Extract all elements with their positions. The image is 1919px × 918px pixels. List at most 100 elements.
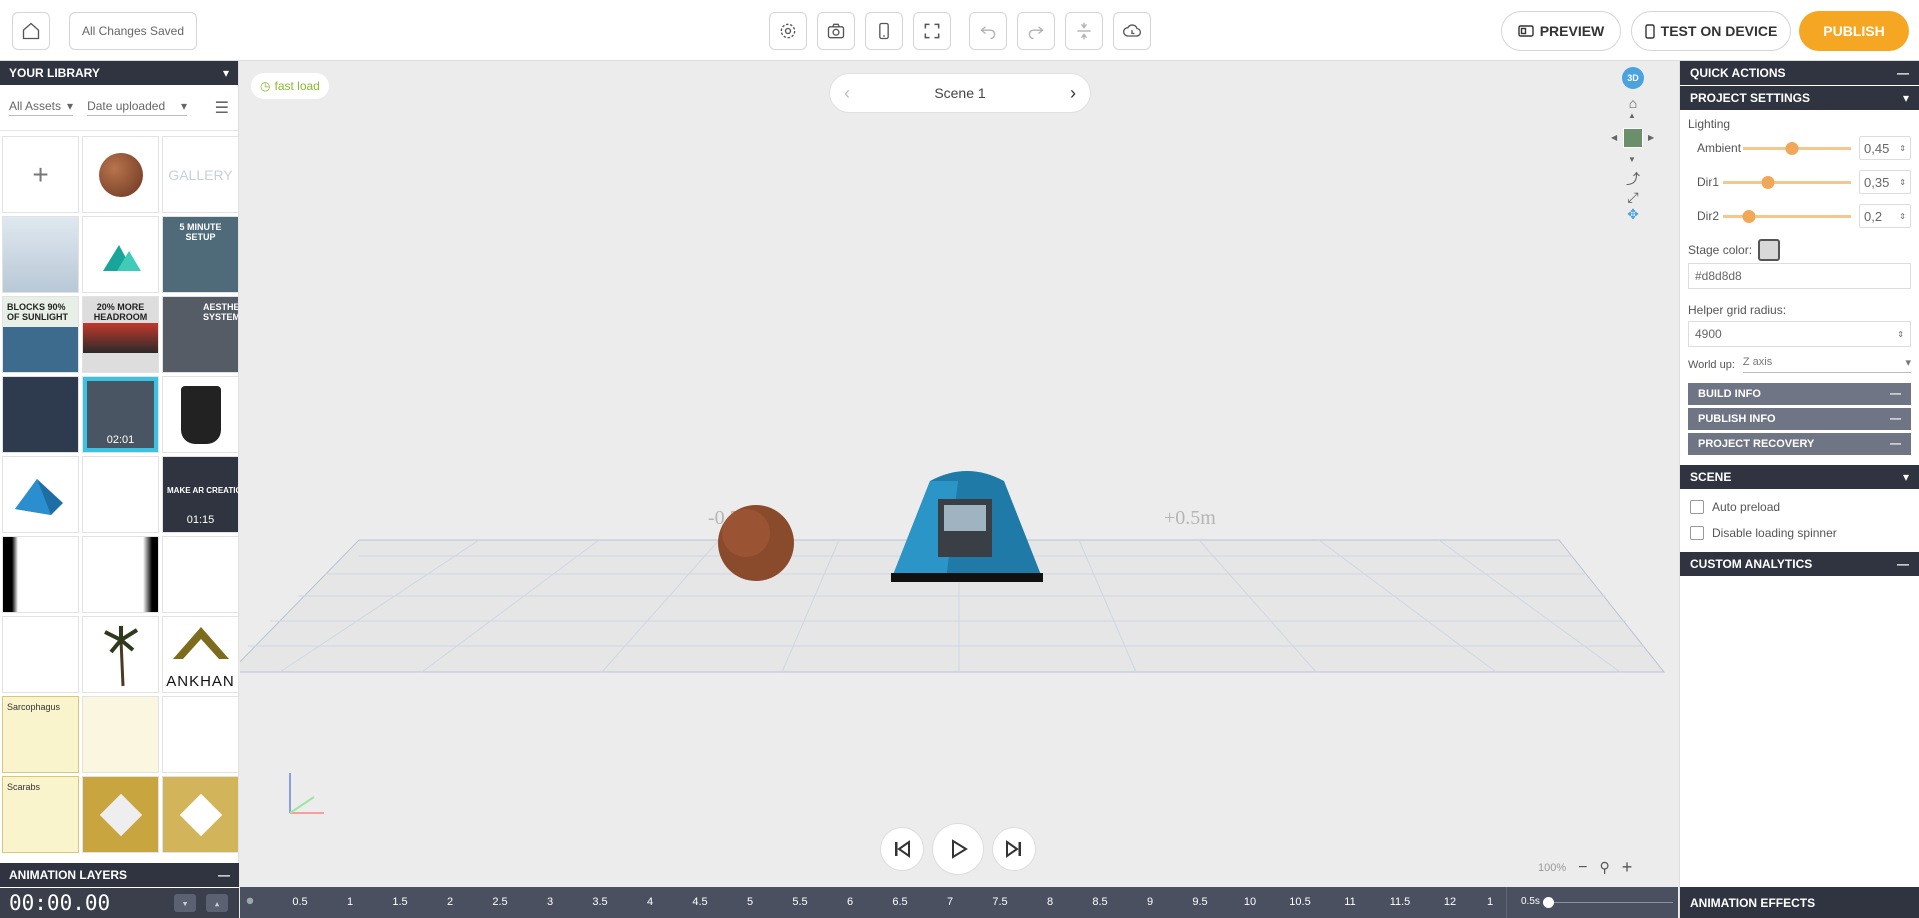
build-info-header[interactable]: BUILD INFO — (1688, 383, 1911, 405)
skip-back-button[interactable] (880, 827, 924, 871)
asset-tile[interactable] (82, 456, 159, 533)
stage-color-input[interactable]: #d8d8d8 (1688, 263, 1911, 289)
timecode-up-button[interactable]: ▴ (206, 894, 228, 912)
asset-tile[interactable] (2, 376, 79, 453)
zoom-in-icon[interactable]: + (1622, 857, 1633, 878)
asset-tile[interactable] (82, 616, 159, 693)
dir2-slider-thumb[interactable] (1742, 209, 1756, 223)
settings-button[interactable] (769, 12, 807, 50)
magnifier-icon[interactable]: ⚲ (1599, 859, 1609, 876)
library-header[interactable]: YOUR LIBRARY ▾ (0, 61, 238, 85)
tent-model[interactable] (891, 471, 1043, 582)
auto-preload-checkbox[interactable] (1690, 500, 1704, 514)
ambient-slider-thumb[interactable] (1785, 141, 1799, 155)
scene-header[interactable]: SCENE ▾ (1680, 465, 1919, 489)
test-on-device-button[interactable]: TEST ON DEVICE (1631, 11, 1791, 51)
project-recovery-header[interactable]: PROJECT RECOVERY — (1688, 433, 1911, 455)
disable-spinner-checkbox[interactable] (1690, 526, 1704, 540)
stepper-icon[interactable]: ⇕ (1899, 144, 1906, 153)
zoom-out-icon[interactable]: − (1578, 859, 1587, 877)
home-view-icon[interactable]: ⌂ (1618, 95, 1648, 111)
list-view-icon[interactable]: ☰ (215, 98, 229, 118)
asset-tile[interactable] (162, 776, 239, 853)
arrow-up-icon[interactable]: ▲ (1628, 111, 1636, 120)
timeline-zoom-thumb[interactable] (1543, 897, 1554, 908)
auto-preload-row[interactable]: Auto preload (1680, 490, 1919, 520)
arrow-right-icon[interactable]: ▶ (1648, 133, 1654, 142)
preview-button[interactable]: PREVIEW (1501, 11, 1621, 51)
stepper-icon[interactable]: ⇕ (1899, 178, 1906, 187)
dir2-slider[interactable] (1723, 209, 1851, 223)
cloud-sync-button[interactable] (1113, 12, 1151, 50)
arrow-down-icon[interactable]: ▼ (1628, 155, 1636, 164)
publish-button[interactable]: PUBLISH (1799, 11, 1909, 51)
project-settings-header[interactable]: PROJECT SETTINGS ▾ (1680, 86, 1919, 110)
dir1-input[interactable]: 0,35 ⇕ (1859, 170, 1911, 194)
video-asset-tile[interactable]: 02:01 (82, 376, 159, 453)
world-up-select[interactable]: Z axis ▾ (1742, 356, 1911, 373)
scale-tool-icon[interactable]: ⤢ (1618, 189, 1648, 206)
view-cube[interactable]: ▲ ◀ ▶ ▼ (1611, 111, 1654, 165)
stage-color-swatch[interactable] (1758, 239, 1781, 261)
asset-tile[interactable] (82, 216, 159, 293)
add-asset-tile[interactable]: + (2, 136, 79, 213)
asset-tile[interactable] (82, 696, 159, 773)
asset-tile[interactable] (82, 136, 159, 213)
minus-icon: — (1897, 66, 1909, 80)
asset-tile[interactable]: Scarabs (2, 776, 79, 853)
undo-button[interactable] (969, 12, 1007, 50)
redo-button[interactable] (1017, 12, 1055, 50)
video-asset-tile[interactable]: MAKE AR CREATION EA 01:15 (162, 456, 239, 533)
quick-actions-header[interactable]: QUICK ACTIONS — (1680, 61, 1919, 85)
timeline-zoom-slider[interactable]: 0.5s (1506, 887, 1678, 918)
view-mode-badge[interactable]: 3D (1622, 67, 1644, 89)
skip-forward-button[interactable] (992, 827, 1036, 871)
asset-tile[interactable] (2, 536, 79, 613)
asset-tile[interactable]: Sarcophagus (2, 696, 79, 773)
dir2-input[interactable]: 0,2 ⇕ (1859, 204, 1911, 228)
dir1-slider-thumb[interactable] (1761, 175, 1775, 189)
rotate-tool-icon[interactable]: ⤴ (1618, 169, 1648, 189)
asset-tile[interactable] (82, 536, 159, 613)
asset-tile[interactable]: AESTHETIC SYSTEM (162, 296, 239, 373)
asset-tile[interactable] (162, 696, 239, 773)
ambient-input[interactable]: 0,45 ⇕ (1859, 136, 1911, 160)
asset-tile[interactable] (82, 776, 159, 853)
asset-tile[interactable] (2, 456, 79, 533)
custom-analytics-header[interactable]: CUSTOM ANALYTICS — (1680, 552, 1919, 576)
sort-select[interactable]: Date uploaded ▾ (87, 99, 188, 116)
dir1-slider[interactable] (1723, 175, 1851, 189)
stepper-icon[interactable]: ⇕ (1899, 212, 1906, 221)
screenshot-button[interactable] (817, 12, 855, 50)
disable-spinner-row[interactable]: Disable loading spinner (1680, 520, 1919, 546)
fullscreen-button[interactable] (913, 12, 951, 50)
timeline-ruler[interactable]: ⚫ 0.5 1 1.5 2 2.5 3 3.5 4 4.5 5 5.5 6 6.… (240, 887, 1678, 918)
arrow-left-icon[interactable]: ◀ (1611, 133, 1617, 142)
animation-layers-header[interactable]: ANIMATION LAYERS — (0, 863, 239, 887)
gallery-tile[interactable]: GALLERY (162, 136, 239, 213)
timecode-down-button[interactable]: ▾ (174, 894, 196, 912)
asset-tile[interactable] (162, 536, 239, 613)
home-button[interactable] (12, 12, 50, 50)
play-button[interactable] (932, 823, 984, 875)
asset-tile[interactable]: 20% MORE HEADROOM (82, 296, 159, 373)
move-tool-icon[interactable]: ✥ (1618, 206, 1648, 223)
ambient-slider[interactable] (1743, 141, 1851, 155)
stepper-icon[interactable]: ⇕ (1897, 330, 1904, 339)
asset-tile[interactable]: BLOCKS 90% OF SUNLIGHT (2, 296, 79, 373)
asset-type-select[interactable]: All Assets ▾ (9, 99, 74, 116)
asset-tile[interactable] (162, 376, 239, 453)
helper-grid-input[interactable]: 4900 ⇕ (1688, 321, 1911, 347)
publish-info-header[interactable]: PUBLISH INFO — (1688, 408, 1911, 430)
asset-tile[interactable]: 5 MINUTE SETUP (162, 216, 239, 293)
3d-viewport[interactable]: ◷ fast load ‹ Scene 1 › -0.5m +0.5m (240, 61, 1678, 887)
playhead-icon[interactable]: ⚫ (244, 893, 256, 910)
device-preview-button[interactable] (865, 12, 903, 50)
asset-tile[interactable] (2, 616, 79, 693)
build-info-title: BUILD INFO (1698, 388, 1761, 400)
view-cube-face[interactable] (1623, 128, 1643, 148)
asset-tile[interactable] (2, 216, 79, 293)
asset-tile[interactable]: ANKHAN (162, 616, 239, 693)
animation-effects-header[interactable]: ANIMATION EFFECTS (1680, 887, 1919, 918)
collapse-button[interactable] (1065, 12, 1103, 50)
